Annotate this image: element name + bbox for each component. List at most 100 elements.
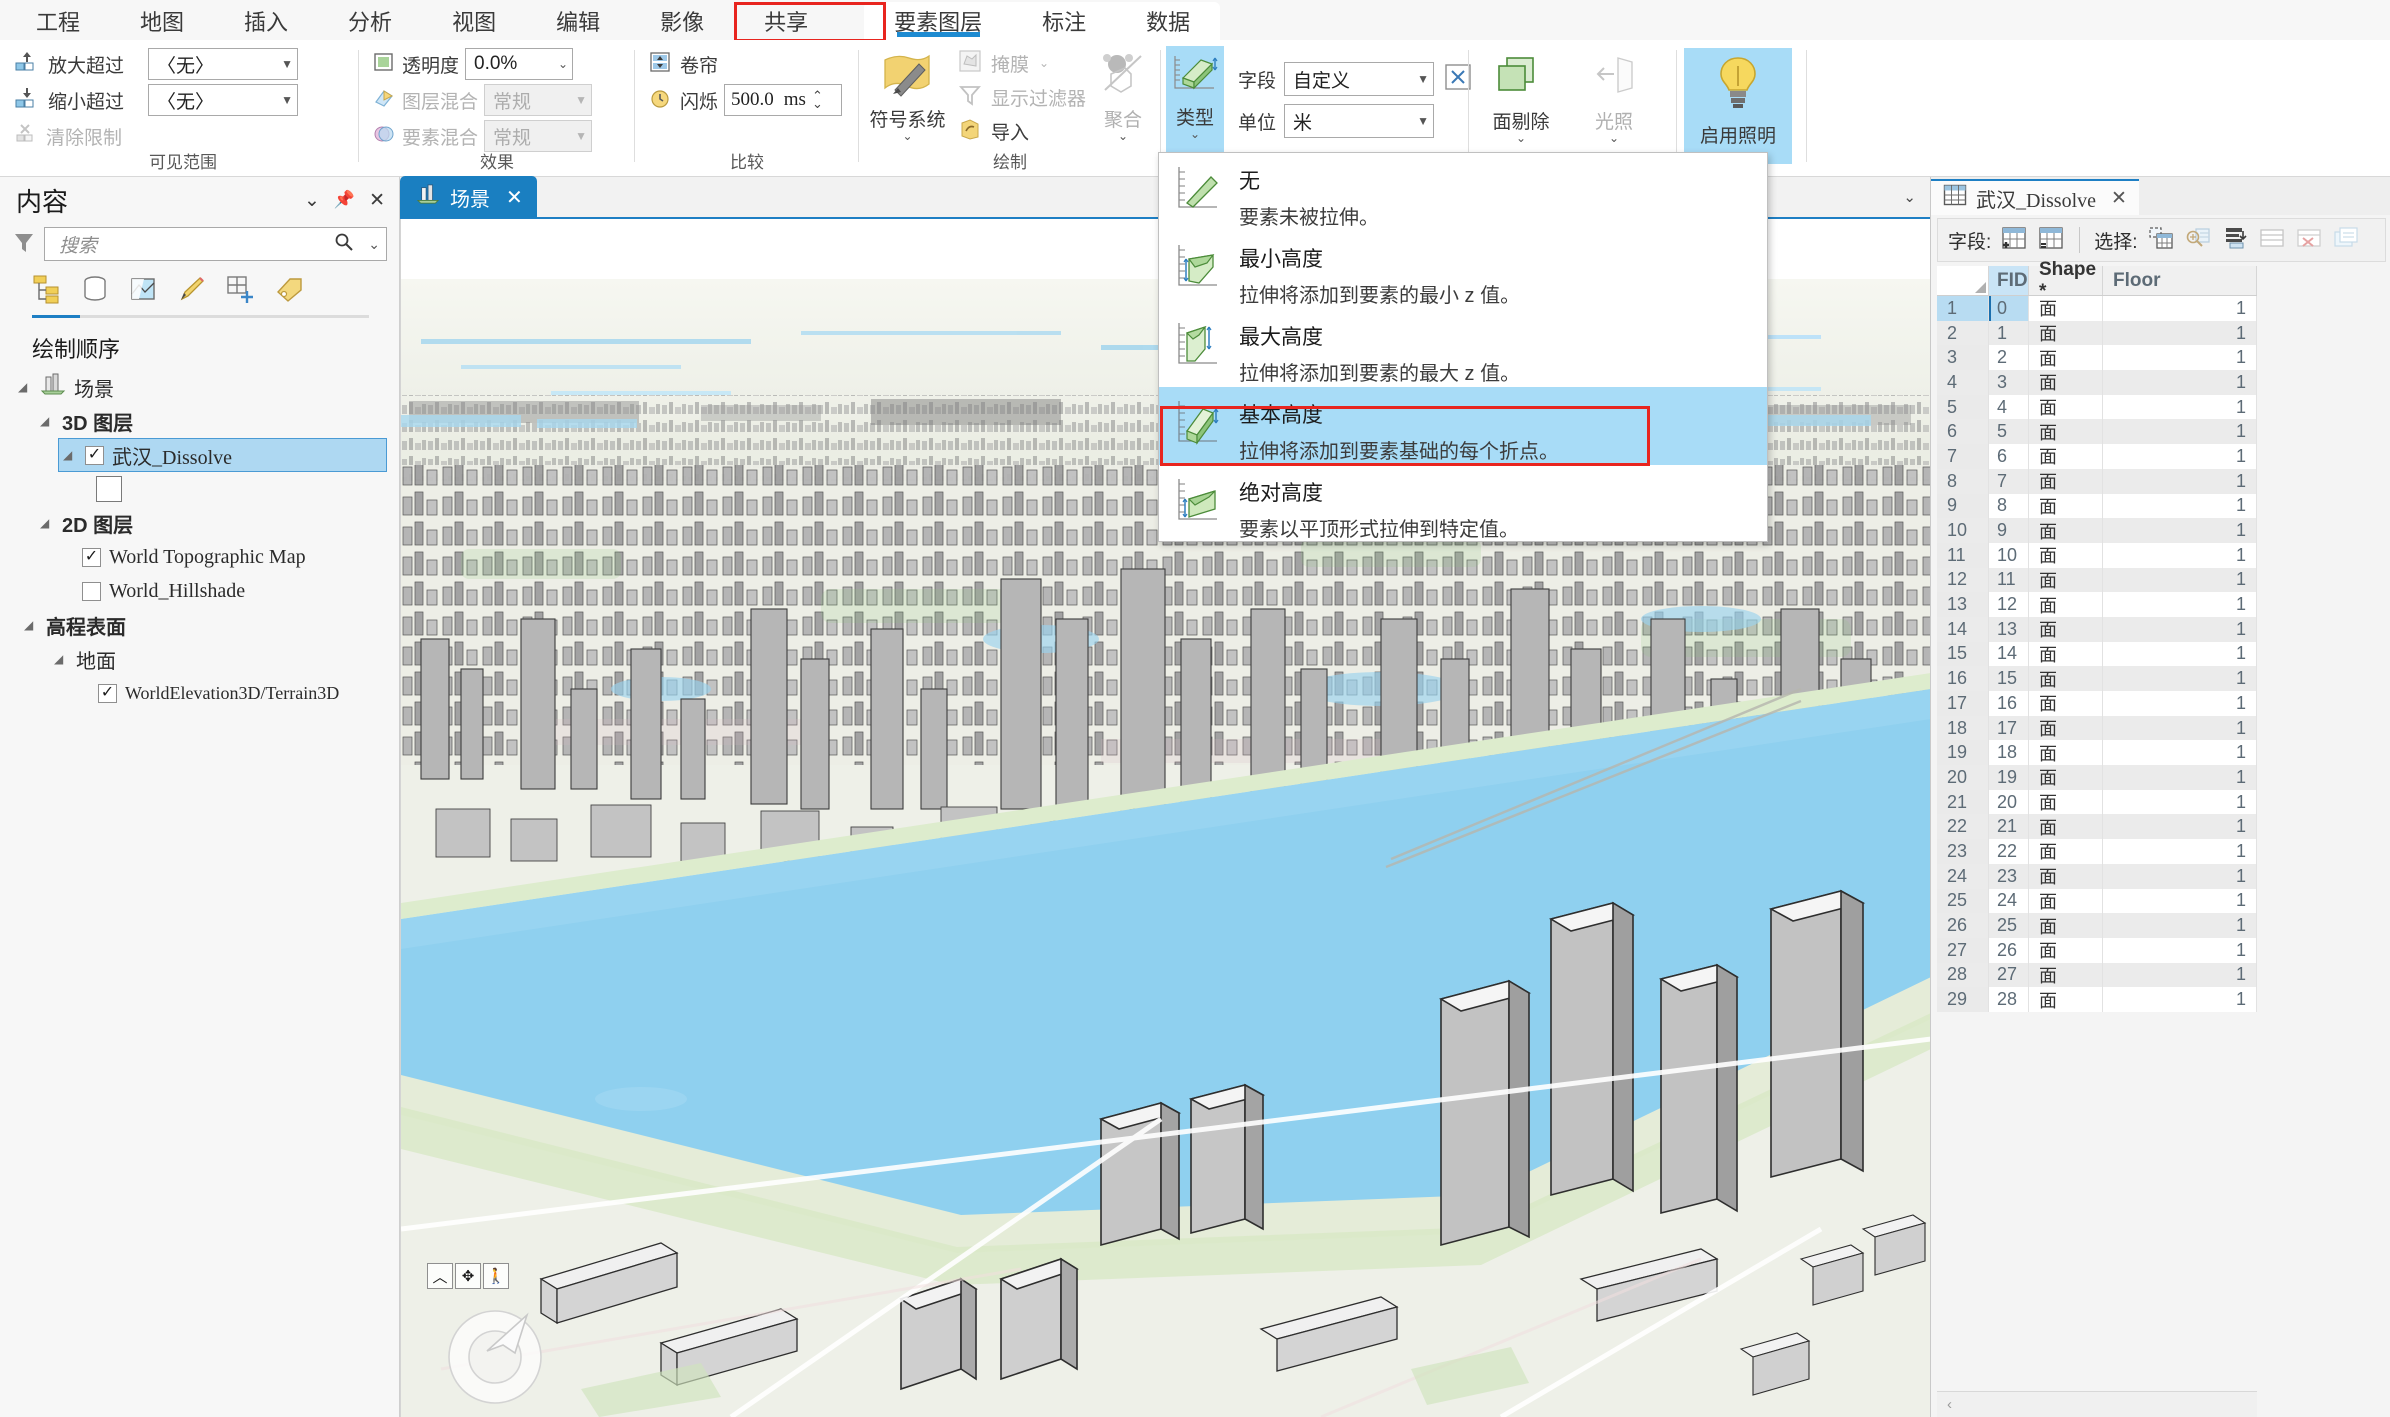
ribbon-tab-imagery[interactable]: 影像 — [630, 2, 734, 40]
ribbon-tab-edit[interactable]: 编辑 — [526, 2, 630, 40]
search-icon[interactable] — [334, 232, 354, 257]
table-row[interactable]: 22 21 面 1 — [1937, 814, 2257, 840]
ribbon-tab-view[interactable]: 视图 — [422, 2, 526, 40]
table-row[interactable]: 11 10 面 1 — [1937, 542, 2257, 568]
table-row[interactable]: 32面1 — [1937, 345, 2257, 371]
chevron-down-icon[interactable]: ⌄ — [1118, 130, 1128, 142]
symbol-swatch[interactable] — [96, 476, 122, 502]
enable-lighting-button[interactable]: 启用照明 — [1684, 48, 1792, 164]
table-row[interactable]: 20 19 面 1 — [1937, 765, 2257, 790]
table-row[interactable]: 12 11 面 1 — [1937, 567, 2257, 593]
snapping-icon[interactable] — [224, 274, 256, 309]
menu-item-none[interactable]: 无 要素未被拉伸。 — [1159, 153, 1767, 231]
column-header-shape[interactable]: Shape * — [2029, 259, 2103, 302]
menu-item-base-height[interactable]: 基本高度 拉伸将添加到要素基础的每个折点。 — [1159, 387, 1767, 465]
layer-visibility-checkbox[interactable]: ✓ — [85, 445, 104, 465]
tree-item-2d-layers[interactable]: ◢ 2D 图层 — [10, 506, 399, 540]
tree-item-3d-layers[interactable]: ◢ 3D 图层 — [10, 404, 399, 438]
chevron-down-icon[interactable]: ⌄ — [1516, 132, 1526, 144]
spinner-down-icon[interactable]: ⌄ — [812, 97, 823, 110]
ribbon-tab-map[interactable]: 地图 — [110, 2, 214, 40]
chevron-down-icon[interactable]: ⌄ — [1039, 56, 1049, 70]
clear-limits-label[interactable]: 清除限制 — [46, 123, 122, 150]
tree-item-elevation-surfaces[interactable]: ◢ 高程表面 — [10, 608, 399, 642]
table-row[interactable]: 21面1 — [1937, 320, 2257, 346]
tree-item-wuhan-dissolve[interactable]: ◢ ✓ 武汉_Dissolve — [58, 438, 387, 472]
view-tab-scene[interactable]: 场景 ✕ — [400, 176, 537, 218]
tree-item-ground[interactable]: ◢ 地面 — [10, 642, 399, 676]
ribbon-tab-analysis[interactable]: 分析 — [318, 2, 422, 40]
scene-nav-toolbar[interactable]: ︿ ✥ 🚶 — [427, 1263, 509, 1289]
table-row[interactable]: 29 28 面 1 — [1937, 987, 2257, 1012]
data-source-icon[interactable] — [80, 274, 110, 309]
select-by-attributes-icon[interactable] — [2147, 225, 2175, 256]
flash-duration-spinner[interactable]: 500.0 ms ⌃ ⌄ — [724, 84, 843, 116]
table-row[interactable]: 28 27 面 1 — [1937, 962, 2257, 988]
attribute-grid[interactable]: FID Shape * Floor 10面121面132面143面154面165… — [1937, 259, 2257, 1012]
expand-triangle-icon[interactable]: ◢ — [40, 414, 54, 428]
extrusion-field-combo[interactable]: 自定义 ▼ — [1284, 62, 1435, 96]
table-row[interactable]: 24 23 面 1 — [1937, 863, 2257, 889]
extrusion-unit-combo[interactable]: 米 ▼ — [1284, 104, 1435, 138]
lighting-button[interactable]: 光照 ⌄ — [1574, 48, 1654, 144]
table-row[interactable]: 18 17 面 1 — [1937, 715, 2257, 741]
selection-icon[interactable] — [128, 274, 158, 309]
chevron-down-icon[interactable]: ⌄ — [304, 189, 320, 212]
extrusion-type-menu[interactable]: 无 要素未被拉伸。 最小高度 拉伸将添加到要素的最小 z 值。 最大高度 拉伸将… — [1158, 152, 1768, 542]
labeling-icon[interactable] — [274, 274, 304, 309]
chevron-down-icon[interactable]: ⌄ — [1609, 132, 1619, 144]
menu-item-absolute-height[interactable]: 绝对高度 要素以平顶形式拉伸到特定值。 — [1159, 465, 1767, 543]
layer-visibility-checkbox[interactable]: ✓ — [82, 547, 101, 567]
chevron-down-icon[interactable]: ⌄ — [1903, 188, 1916, 206]
table-row[interactable]: 16 15 面 1 — [1937, 666, 2257, 691]
clear-selection-icon[interactable] — [2295, 225, 2323, 256]
editing-icon[interactable] — [176, 274, 206, 309]
add-field-icon[interactable] — [2000, 225, 2028, 256]
zoom-to-selection-icon[interactable] — [2184, 225, 2212, 256]
prev-page-icon[interactable]: ‹ — [1947, 1396, 1952, 1413]
select-all-icon[interactable] — [2258, 225, 2286, 256]
menu-item-max-height[interactable]: 最大高度 拉伸将添加到要素的最大 z 值。 — [1159, 309, 1767, 387]
pan-icon[interactable]: ✥ — [455, 1263, 481, 1289]
spinner-buttons[interactable]: ⌃ ⌄ — [812, 89, 823, 110]
table-row[interactable]: 87面1 — [1937, 468, 2257, 494]
table-row[interactable]: 17 16 面 1 — [1937, 691, 2257, 716]
table-row[interactable]: 23 22 面 1 — [1937, 839, 2257, 864]
table-row[interactable]: 15 14 面 1 — [1937, 641, 2257, 667]
chevron-down-icon[interactable]: ⌄ — [368, 236, 380, 253]
ribbon-tab-labeling[interactable]: 标注 — [1012, 2, 1117, 40]
walk-icon[interactable]: 🚶 — [483, 1263, 509, 1289]
drawing-order-icon[interactable] — [30, 274, 62, 309]
column-header-floor[interactable]: Floor — [2103, 266, 2257, 295]
switch-selection-icon[interactable] — [2221, 225, 2249, 256]
table-row[interactable]: 27 26 面 1 — [1937, 937, 2257, 963]
table-row[interactable]: 43面1 — [1937, 370, 2257, 395]
swipe-label[interactable]: 卷帘 — [680, 51, 718, 78]
chevron-down-icon[interactable]: ⌄ — [1190, 128, 1200, 140]
expand-triangle-icon[interactable]: ◢ — [40, 516, 54, 530]
mask-label[interactable]: 掩膜 — [991, 50, 1029, 77]
layer-blend-combo[interactable]: 常规 ▼ — [484, 84, 593, 116]
table-row[interactable]: 25 24 面 1 — [1937, 888, 2257, 914]
expand-triangle-icon[interactable]: ◢ — [63, 448, 77, 462]
delete-selection-icon[interactable] — [2332, 225, 2360, 256]
import-label[interactable]: 导入 — [991, 118, 1029, 145]
table-row[interactable]: 19 18 面 1 — [1937, 740, 2257, 766]
chevron-down-icon[interactable]: ⌄ — [902, 130, 912, 142]
navigation-wheel-icon[interactable] — [441, 1299, 549, 1407]
zoom-in-beyond-combo[interactable]: 〈无〉 ▼ — [148, 48, 299, 80]
column-header-fid[interactable]: FID — [1989, 266, 2029, 295]
search-input[interactable]: 搜索 ⌄ — [44, 227, 387, 261]
calculate-field-icon[interactable] — [2037, 225, 2065, 256]
tree-item-world-hillshade[interactable]: World_Hillshade — [10, 574, 399, 608]
display-filter-label[interactable]: 显示过滤器 — [991, 84, 1086, 111]
close-icon[interactable]: ✕ — [506, 185, 523, 210]
zoom-out-beyond-combo[interactable]: 〈无〉 ▼ — [148, 84, 299, 116]
ribbon-tab-project[interactable]: 工程 — [6, 2, 110, 40]
aggregate-button[interactable]: 聚合 ⌄ — [1088, 46, 1158, 148]
tree-item-scene[interactable]: ◢ 场景 — [10, 370, 399, 404]
expand-triangle-icon[interactable]: ◢ — [54, 652, 68, 666]
ribbon-tab-feature-layer[interactable]: 要素图层 — [864, 2, 1013, 40]
extrusion-type-button[interactable]: 类型 ⌄ — [1166, 46, 1224, 168]
menu-item-min-height[interactable]: 最小高度 拉伸将添加到要素的最小 z 值。 — [1159, 231, 1767, 309]
